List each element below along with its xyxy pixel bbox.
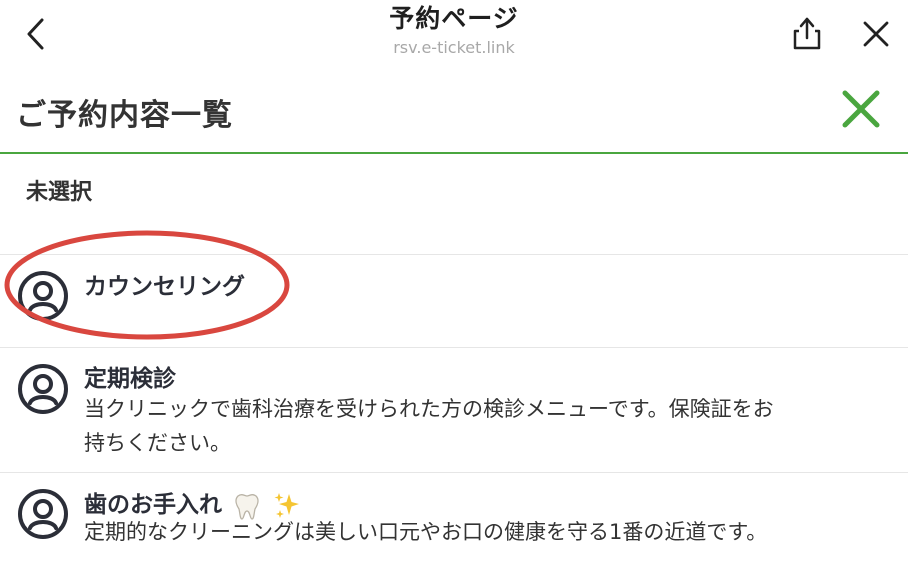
menu-item-counseling[interactable]: カウンセリング	[0, 254, 908, 348]
list-close-button[interactable]	[836, 84, 886, 134]
share-button[interactable]	[790, 16, 824, 52]
page-url: rsv.e-ticket.link	[393, 38, 515, 57]
close-button[interactable]	[860, 18, 892, 50]
page-title: 予約ページ	[389, 4, 519, 33]
section-label-unselected: 未選択	[26, 180, 93, 205]
user-circle-icon	[18, 364, 68, 414]
menu-item-name: 定期検診	[84, 366, 176, 392]
menu-item-dental-care[interactable]: 歯のお手入れ 定期的なクリーニングは美しい口元やお口の健康を守る1番の近道です。	[0, 472, 908, 578]
reservation-list-title: ご予約内容一覧	[16, 98, 233, 133]
menu-item-description-line: 持ちください。	[84, 431, 231, 455]
menu-item-description-line: 当クリニックで歯科治療を受けられた方の検診メニューです。保険証をお	[84, 397, 774, 421]
menu-item-description: 当クリニックで歯科治療を受けられた方の検診メニューです。保険証をお 持ちください…	[84, 392, 884, 460]
menu-item-name: カウンセリング	[84, 274, 245, 300]
share-icon	[793, 17, 821, 50]
menu-item-description-line: 定期的なクリーニングは美しい口元やお口の健康を守る1番の近道です。	[84, 520, 768, 544]
user-circle-icon	[18, 271, 68, 321]
menu-item-checkup[interactable]: 定期検診 当クリニックで歯科治療を受けられた方の検診メニューです。保険証をお 持…	[0, 347, 908, 473]
green-x-icon	[842, 90, 880, 128]
menu-item-description: 定期的なクリーニングは美しい口元やお口の健康を守る1番の近道です。	[84, 515, 884, 549]
top-navigation-bar: 予約ページ rsv.e-ticket.link	[0, 0, 908, 72]
user-circle-icon	[18, 489, 68, 539]
close-icon	[863, 21, 889, 47]
reservation-list-header: ご予約内容一覧	[0, 72, 908, 154]
title-block: 予約ページ rsv.e-ticket.link	[0, 4, 908, 59]
